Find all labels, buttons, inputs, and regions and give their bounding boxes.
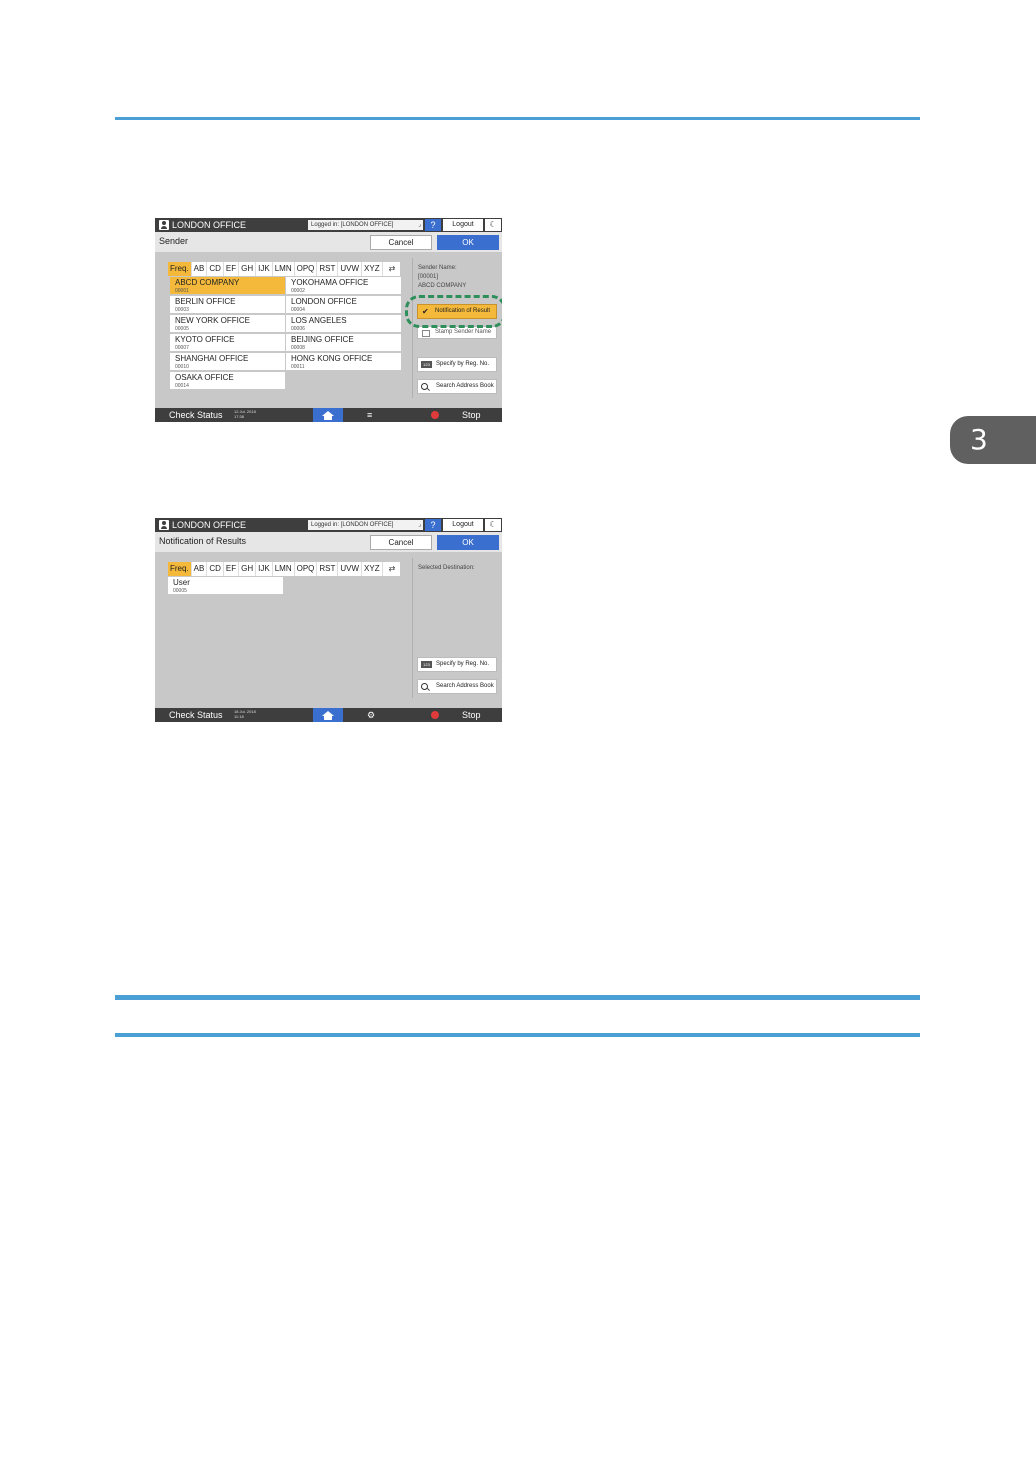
cancel-button[interactable]: Cancel bbox=[370, 535, 432, 550]
help-button[interactable]: ? bbox=[425, 219, 441, 231]
cancel-button[interactable]: Cancel bbox=[370, 235, 432, 250]
checkbox-icon bbox=[422, 330, 430, 337]
address-entry[interactable]: NEW YORK OFFICE 00005 bbox=[170, 315, 285, 333]
tab-ef[interactable]: EF bbox=[224, 562, 240, 576]
tab-lmn[interactable]: LMN bbox=[273, 262, 295, 276]
clock: 18 Jul. 2018 11:18 bbox=[234, 709, 256, 719]
stop-icon bbox=[431, 711, 439, 719]
address-entry[interactable]: HONG KONG OFFICE 00011 bbox=[286, 353, 401, 371]
address-entry[interactable]: BEIJING OFFICE 00008 bbox=[286, 334, 401, 352]
clock: 12 Jul. 2018 17:38 bbox=[234, 409, 256, 419]
panel-divider bbox=[412, 258, 413, 398]
tab-gh[interactable]: GH bbox=[239, 562, 257, 576]
tab-xyz[interactable]: XYZ bbox=[362, 262, 383, 276]
panel-divider bbox=[412, 558, 413, 698]
top-bar: LONDON OFFICE Logged in: [LONDON OFFICE]… bbox=[155, 518, 502, 532]
menu-icon[interactable]: ≡ bbox=[367, 408, 372, 422]
help-button[interactable]: ? bbox=[425, 519, 441, 531]
bottom-bar: Check Status 12 Jul. 2018 17:38 ≡ Stop bbox=[155, 408, 502, 422]
logout-button[interactable]: Logout bbox=[443, 519, 483, 531]
screen-title: Notification of Results bbox=[159, 536, 247, 546]
address-entry[interactable]: LONDON OFFICE 00004 bbox=[286, 296, 401, 314]
tab-uvw[interactable]: UVW bbox=[338, 562, 363, 576]
address-entry[interactable]: SHANGHAI OFFICE 00010 bbox=[170, 353, 285, 371]
address-entry[interactable]: LOS ANGELES 00006 bbox=[286, 315, 401, 333]
chapter-tab: 3 bbox=[950, 416, 1036, 464]
specify-by-reg-no-button[interactable]: 123 Specify by Reg. No. bbox=[417, 657, 497, 672]
search-icon bbox=[421, 683, 428, 690]
home-button[interactable] bbox=[313, 708, 343, 722]
user-icon bbox=[159, 220, 169, 230]
tab-ef[interactable]: EF bbox=[224, 262, 240, 276]
tab-ijk[interactable]: IJK bbox=[256, 562, 273, 576]
title-bar: Notification of Results Cancel OK bbox=[155, 532, 502, 552]
refresh-icon[interactable]: ⇄ bbox=[384, 562, 400, 576]
address-entry[interactable]: KYOTO OFFICE 00007 bbox=[170, 334, 285, 352]
check-status-button[interactable]: Check Status bbox=[169, 409, 223, 421]
tab-ab[interactable]: AB bbox=[192, 562, 208, 576]
settings-icon[interactable]: ⚙ bbox=[367, 708, 375, 722]
screenshot-sender: LONDON OFFICE Logged in: [LONDON OFFICE]… bbox=[155, 218, 502, 422]
user-icon bbox=[159, 520, 169, 530]
user-name: LONDON OFFICE bbox=[172, 520, 247, 530]
address-entry[interactable]: BERLIN OFFICE 00003 bbox=[170, 296, 285, 314]
login-status[interactable]: Logged in: [LONDON OFFICE] ⌟ bbox=[308, 520, 423, 530]
stop-button[interactable]: Stop bbox=[462, 409, 481, 421]
sender-name-label: Sender Name: bbox=[418, 265, 457, 271]
tab-opq[interactable]: OPQ bbox=[295, 562, 318, 576]
user-name: LONDON OFFICE bbox=[172, 220, 247, 230]
address-entry[interactable]: YOKOHAMA OFFICE 00002 bbox=[286, 277, 401, 295]
selected-destination-label: Selected Destination: bbox=[418, 565, 475, 571]
tab-ab[interactable]: AB bbox=[192, 262, 208, 276]
tab-xyz[interactable]: XYZ bbox=[362, 562, 383, 576]
screenshot-notification-of-results: LONDON OFFICE Logged in: [LONDON OFFICE]… bbox=[155, 518, 502, 722]
address-entry[interactable]: ABCD COMPANY 00001 bbox=[170, 277, 285, 295]
highlight-callout bbox=[405, 295, 502, 328]
tab-freq[interactable]: Freq. bbox=[168, 562, 192, 576]
check-status-button[interactable]: Check Status bbox=[169, 709, 223, 721]
title-bar: Sender Cancel OK bbox=[155, 232, 502, 252]
stop-icon bbox=[431, 411, 439, 419]
tab-cd[interactable]: CD bbox=[207, 262, 224, 276]
section-rule-top bbox=[115, 995, 920, 1000]
section-rule-bottom bbox=[115, 1033, 920, 1037]
ok-button[interactable]: OK bbox=[437, 235, 499, 250]
tab-freq[interactable]: Freq. bbox=[168, 262, 192, 276]
search-icon bbox=[421, 383, 428, 390]
tab-lmn[interactable]: LMN bbox=[273, 562, 295, 576]
address-entry[interactable]: User 00005 bbox=[168, 577, 283, 595]
tab-rst[interactable]: RST bbox=[317, 262, 339, 276]
energy-saver-icon[interactable]: ☾ bbox=[485, 519, 501, 531]
energy-saver-icon[interactable]: ☾ bbox=[485, 219, 501, 231]
tab-opq[interactable]: OPQ bbox=[295, 262, 318, 276]
specify-by-reg-no-button[interactable]: 123 Specify by Reg. No. bbox=[417, 357, 497, 372]
header-rule bbox=[115, 117, 920, 120]
reg-number-icon: 123 bbox=[421, 661, 432, 668]
top-bar: LONDON OFFICE Logged in: [LONDON OFFICE]… bbox=[155, 218, 502, 232]
logout-button[interactable]: Logout bbox=[443, 219, 483, 231]
tab-uvw[interactable]: UVW bbox=[338, 262, 363, 276]
search-address-book-button[interactable]: Search Address Book bbox=[417, 379, 497, 394]
tab-gh[interactable]: GH bbox=[239, 262, 257, 276]
tab-cd[interactable]: CD bbox=[207, 562, 224, 576]
sender-name-value: ABCD COMPANY bbox=[418, 283, 467, 289]
refresh-icon[interactable]: ⇄ bbox=[384, 262, 400, 276]
index-tabs: Freq. AB CD EF GH IJK LMN OPQ RST UVW XY… bbox=[168, 562, 400, 576]
bottom-bar: Check Status 18 Jul. 2018 11:18 ⚙ Stop bbox=[155, 708, 502, 722]
address-entry[interactable]: OSAKA OFFICE 00014 bbox=[170, 372, 285, 390]
tab-ijk[interactable]: IJK bbox=[256, 262, 273, 276]
login-status[interactable]: Logged in: [LONDON OFFICE] ⌟ bbox=[308, 220, 423, 230]
sender-number: [00001] bbox=[418, 274, 439, 280]
ok-button[interactable]: OK bbox=[437, 535, 499, 550]
reg-number-icon: 123 bbox=[421, 361, 432, 368]
screen-title: Sender bbox=[159, 236, 189, 246]
stop-button[interactable]: Stop bbox=[462, 709, 481, 721]
home-button[interactable] bbox=[313, 408, 343, 422]
search-address-book-button[interactable]: Search Address Book bbox=[417, 679, 497, 694]
tab-rst[interactable]: RST bbox=[317, 562, 339, 576]
index-tabs: Freq. AB CD EF GH IJK LMN OPQ RST UVW XY… bbox=[168, 262, 400, 276]
